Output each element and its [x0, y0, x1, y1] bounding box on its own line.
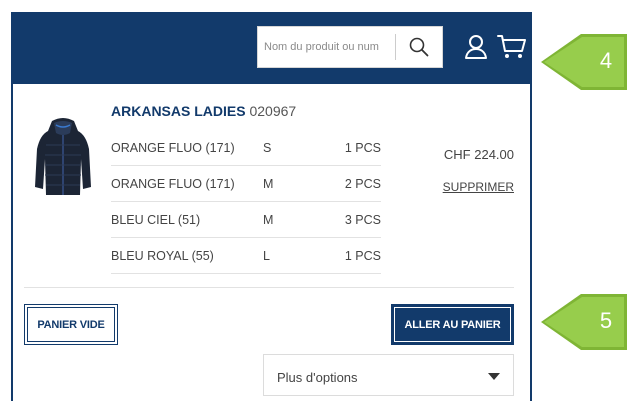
product-price: CHF 224.00 [443, 147, 514, 162]
variant-row: BLEU ROYAL (55) L 1 PCS [111, 238, 381, 274]
cart-icon[interactable] [497, 34, 527, 60]
variant-row: BLEU CIEL (51) M 3 PCS [111, 202, 381, 238]
variant-qty: 1 PCS [344, 249, 381, 263]
product-code: 020967 [249, 103, 297, 119]
variant-color: BLEU CIEL (51) [111, 213, 201, 227]
more-options-label: Plus d'options [277, 370, 358, 385]
product-name[interactable]: ARKANSAS LADIES [111, 103, 246, 119]
go-to-cart-button[interactable]: ALLER AU PANIER [391, 304, 514, 345]
variant-size: M [263, 213, 274, 227]
divider [24, 287, 514, 288]
variant-qty: 3 PCS [344, 213, 381, 227]
variant-color: ORANGE FLUO (171) [111, 177, 235, 191]
callout-number: 4 [599, 48, 613, 73]
search-input[interactable] [258, 27, 395, 67]
variant-size: M [263, 177, 274, 191]
user-icon[interactable] [464, 34, 488, 60]
product-title: ARKANSAS LADIES 020967 [111, 103, 296, 119]
callout-number: 5 [599, 308, 613, 333]
variant-row: ORANGE FLUO (171) M 2 PCS [111, 166, 381, 202]
callout-5: 5 [539, 292, 627, 352]
empty-cart-button[interactable]: PANIER VIDE [24, 304, 118, 345]
empty-cart-label: PANIER VIDE [27, 307, 115, 342]
callout-4: 4 [539, 32, 627, 92]
variant-size: S [263, 141, 272, 155]
variant-size: L [263, 249, 270, 263]
variant-qty: 2 PCS [344, 177, 381, 191]
chevron-down-icon [488, 373, 500, 380]
search-box [257, 26, 443, 68]
more-options-select[interactable]: Plus d'options [263, 354, 514, 396]
go-to-cart-label: ALLER AU PANIER [394, 307, 511, 342]
search-button[interactable] [396, 27, 442, 67]
search-icon [409, 37, 429, 57]
remove-link[interactable]: SUPPRIMER [443, 180, 514, 194]
variant-row: ORANGE FLUO (171) S 1 PCS [111, 130, 381, 166]
variant-color: ORANGE FLUO (171) [111, 141, 235, 155]
variant-qty: 1 PCS [344, 141, 381, 155]
variant-color: BLEU ROYAL (55) [111, 249, 214, 263]
jacket-image [35, 118, 91, 195]
